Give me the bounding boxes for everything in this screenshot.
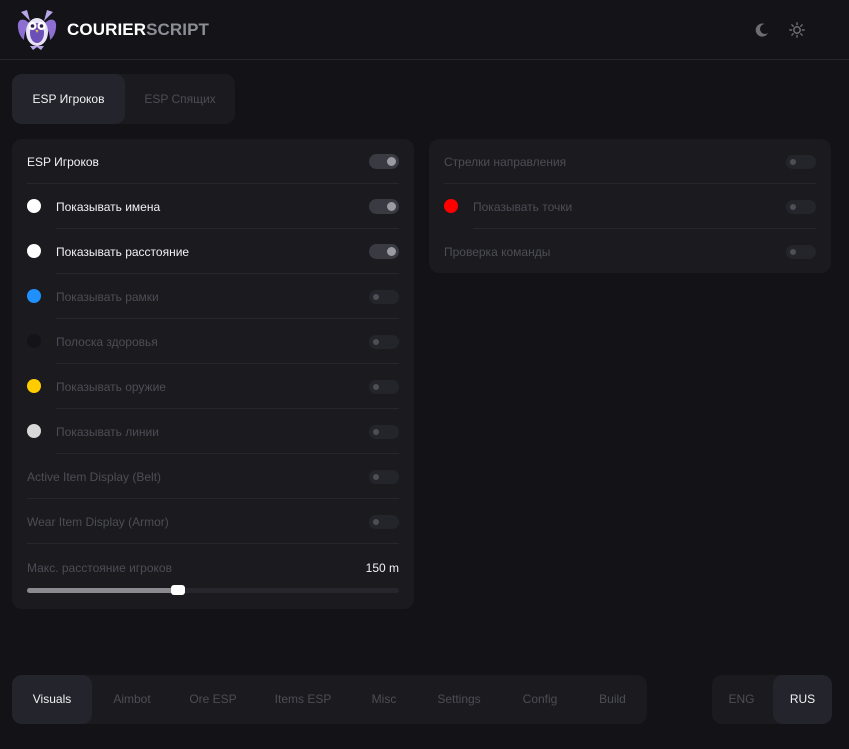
show-lines-toggle[interactable] <box>369 425 399 439</box>
setting-label: Показывать линии <box>56 425 159 439</box>
health-bar-toggle[interactable] <box>369 335 399 349</box>
toggle-knob <box>373 294 379 300</box>
player-esp-settings-panel: ESP Игроков Показывать имена Показывать … <box>12 139 414 609</box>
setting-label: ESP Игроков <box>27 155 99 169</box>
setting-row-show-names: Показывать имена <box>27 184 399 229</box>
active-item-display-toggle[interactable] <box>369 470 399 484</box>
setting-row-esp-players: ESP Игроков <box>27 139 399 184</box>
color-picker-dot[interactable] <box>27 379 41 393</box>
setting-row-team-check: Проверка команды <box>444 229 816 274</box>
app-header: COURIERSCRIPT <box>0 0 849 60</box>
color-picker-dot[interactable] <box>27 199 41 213</box>
color-picker-dot[interactable] <box>27 289 41 303</box>
toggle-knob <box>373 429 379 435</box>
subtab-esp-players[interactable]: ESP Игроков <box>12 74 125 124</box>
max-distance-slider-fill <box>27 588 178 593</box>
setting-label: Показывать рамки <box>56 290 159 304</box>
brand-part-2: SCRIPT <box>146 20 210 39</box>
toggle-knob <box>790 159 796 165</box>
moon-icon[interactable] <box>753 21 771 39</box>
setting-row-direction-arrows: Стрелки направления <box>444 139 816 184</box>
setting-row-show-lines: Показывать линии <box>27 409 399 454</box>
owl-logo-icon <box>17 10 57 50</box>
nav-tab-settings[interactable]: Settings <box>416 675 502 724</box>
nav-tab-aimbot[interactable]: Aimbot <box>92 675 172 724</box>
direction-arrows-toggle[interactable] <box>786 155 816 169</box>
main-nav: Visuals Aimbot Ore ESP Items ESP Misc Se… <box>12 675 647 724</box>
toggle-knob <box>387 202 396 211</box>
row-divider <box>27 543 399 544</box>
nav-tab-build[interactable]: Build <box>578 675 647 724</box>
wear-item-display-toggle[interactable] <box>369 515 399 529</box>
show-distance-toggle[interactable] <box>369 244 399 259</box>
show-weapon-toggle[interactable] <box>369 380 399 394</box>
setting-row-show-boxes: Показывать рамки <box>27 274 399 319</box>
setting-label: Active Item Display (Belt) <box>27 470 162 484</box>
toggle-knob <box>373 474 379 480</box>
show-names-toggle[interactable] <box>369 199 399 214</box>
sun-icon[interactable] <box>788 21 806 39</box>
setting-row-show-distance: Показывать расстояние <box>27 229 399 274</box>
nav-tab-misc[interactable]: Misc <box>352 675 416 724</box>
setting-row-wear-item-display: Wear Item Display (Armor) <box>27 499 399 544</box>
nav-tab-ore-esp[interactable]: Ore ESP <box>172 675 254 724</box>
show-boxes-toggle[interactable] <box>369 290 399 304</box>
lang-rus-button[interactable]: RUS <box>773 675 832 724</box>
setting-row-health-bar: Полоска здоровья <box>27 319 399 364</box>
setting-label: Wear Item Display (Armor) <box>27 515 169 529</box>
setting-label: Проверка команды <box>444 245 551 259</box>
brand-part-1: COURIER <box>67 20 147 39</box>
color-picker-dot[interactable] <box>444 199 458 213</box>
nav-tab-visuals[interactable]: Visuals <box>12 675 92 724</box>
subtab-esp-sleepers[interactable]: ESP Спящих <box>125 74 235 124</box>
setting-row-show-dots: Показывать точки <box>444 184 816 229</box>
toggle-knob <box>790 249 796 255</box>
lang-eng-button[interactable]: ENG <box>712 675 771 724</box>
toggle-knob <box>387 247 396 256</box>
max-distance-value: 150 m <box>365 561 399 575</box>
max-distance-slider-track[interactable] <box>27 585 399 595</box>
setting-label: Показывать имена <box>56 200 161 214</box>
language-switcher: ENG RUS <box>712 675 832 724</box>
nav-tab-config[interactable]: Config <box>502 675 578 724</box>
nav-tab-items-esp[interactable]: Items ESP <box>254 675 352 724</box>
toggle-knob <box>387 157 396 166</box>
setting-row-show-weapon: Показывать оружие <box>27 364 399 409</box>
setting-label: Показывать точки <box>473 200 573 214</box>
setting-label: Полоска здоровья <box>56 335 158 349</box>
color-picker-dot[interactable] <box>27 244 41 258</box>
extra-esp-settings-panel: Стрелки направления Показывать точки Про… <box>429 139 831 273</box>
max-distance-slider-thumb[interactable] <box>170 585 185 595</box>
show-dots-toggle[interactable] <box>786 200 816 214</box>
toggle-knob <box>373 339 379 345</box>
color-picker-dot[interactable] <box>27 334 41 348</box>
setting-label: Показывать оружие <box>56 380 166 394</box>
toggle-knob <box>373 519 379 525</box>
max-distance-setting: Макс. расстояние игроков 150 m <box>27 545 399 605</box>
team-check-toggle[interactable] <box>786 245 816 259</box>
toggle-knob <box>373 384 379 390</box>
esp-players-toggle[interactable] <box>369 154 399 169</box>
brand-title: COURIERSCRIPT <box>67 20 209 40</box>
color-picker-dot[interactable] <box>27 424 41 438</box>
setting-row-active-item-display: Active Item Display (Belt) <box>27 454 399 499</box>
max-distance-label: Макс. расстояние игроков <box>27 561 172 575</box>
toggle-knob <box>790 204 796 210</box>
setting-label: Показывать расстояние <box>56 245 190 259</box>
setting-label: Стрелки направления <box>444 155 567 169</box>
esp-subtabs: ESP Игроков ESP Спящих <box>12 74 235 124</box>
